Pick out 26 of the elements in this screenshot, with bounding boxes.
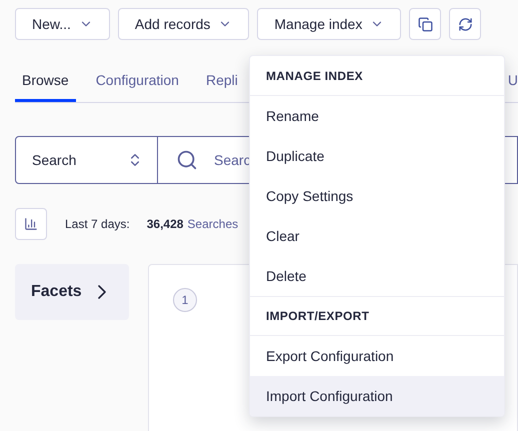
tab[interactable]: Browse — [15, 62, 76, 102]
search-mode-select[interactable]: Search — [15, 136, 158, 184]
analytics-button[interactable] — [15, 208, 47, 240]
dropdown-button[interactable]: New... — [15, 8, 110, 40]
refresh-icon — [458, 16, 473, 32]
chevron-right-icon — [98, 285, 106, 299]
bar-chart-icon — [24, 217, 38, 231]
dropdown-button[interactable]: Add records — [118, 8, 250, 40]
menu-item[interactable]: Copy Settings — [250, 176, 504, 216]
menu-item[interactable]: Export Configuration — [250, 336, 504, 376]
menu-item[interactable]: Import Configuration — [250, 376, 504, 416]
copy-button[interactable] — [409, 8, 442, 40]
refresh-button[interactable] — [449, 8, 482, 40]
menu-item[interactable]: Clear — [250, 216, 504, 256]
menu-item[interactable]: Duplicate — [250, 136, 504, 176]
stats-label: Last 7 days: — [65, 216, 130, 233]
searches-label: Searches — [187, 216, 238, 233]
dropdown-button[interactable]: Manage index — [257, 8, 402, 40]
search-count: 36,428 — [146, 216, 184, 233]
menu-item[interactable]: Rename — [250, 96, 504, 136]
tab[interactable]: Repli — [198, 62, 245, 102]
facets-button[interactable]: Facets — [15, 264, 129, 320]
menu-item[interactable]: Delete — [250, 256, 504, 296]
tab[interactable]: Configuration — [88, 62, 186, 102]
page-number: 1 — [173, 288, 197, 312]
copy-icon — [418, 16, 433, 32]
